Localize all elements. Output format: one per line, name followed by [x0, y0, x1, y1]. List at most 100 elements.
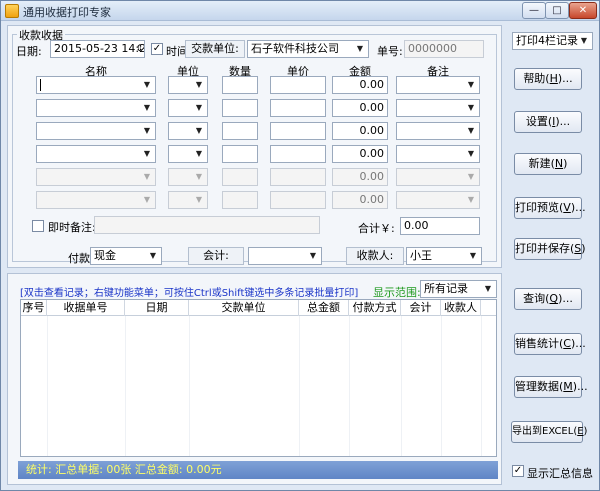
payer-combo[interactable]: 石子软件科技公司 ▼ — [247, 40, 369, 58]
spin-icon[interactable]: ⇕ — [135, 41, 143, 57]
range-combo[interactable]: 所有记录 ▼ — [420, 280, 497, 298]
minimize-button[interactable]: — — [522, 2, 546, 19]
memo-checkbox[interactable] — [32, 220, 44, 232]
item-qty-input[interactable] — [222, 99, 258, 117]
date-picker[interactable]: 2015-05-23 14:25: ⇕ — [50, 40, 145, 58]
manage-data-button[interactable]: 管理数据(M)... — [514, 376, 588, 398]
item-price-input[interactable] — [270, 145, 326, 163]
item-unit-combo[interactable]: ▼ — [168, 99, 208, 117]
item-qty-input[interactable] — [222, 122, 258, 140]
chevron-down-icon[interactable]: ▼ — [139, 192, 155, 208]
item-amount-field[interactable]: 0.00 — [332, 191, 388, 209]
item-remark-combo[interactable]: ▼ — [396, 122, 480, 140]
chevron-down-icon[interactable]: ▼ — [305, 248, 321, 264]
chevron-down-icon[interactable]: ▼ — [191, 100, 207, 116]
close-button[interactable]: ✕ — [569, 2, 597, 19]
item-amount-field[interactable]: 0.00 — [332, 122, 388, 140]
col-index-header[interactable]: 序号 — [21, 300, 47, 316]
item-remark-combo[interactable]: ▼ — [396, 76, 480, 94]
time-checkbox[interactable]: ✓ — [151, 43, 163, 55]
item-price-input[interactable] — [270, 168, 326, 186]
app-window: 通用收据打印专家 — □ ✕ 收款收据 日期: 2015-05-23 14:25… — [0, 0, 600, 491]
print-mode-combo[interactable]: 打印4栏记录 ▼ — [512, 32, 593, 50]
chevron-down-icon[interactable]: ▼ — [191, 192, 207, 208]
item-price-input[interactable] — [270, 99, 326, 117]
window-title: 通用收据打印专家 — [23, 6, 111, 19]
item-name-combo[interactable]: ▼ — [36, 76, 156, 94]
accountant-combo[interactable]: ▼ — [248, 247, 322, 265]
chevron-down-icon[interactable]: ▼ — [465, 248, 481, 264]
chevron-down-icon[interactable]: ▼ — [191, 169, 207, 185]
item-remark-combo[interactable]: ▼ — [396, 168, 480, 186]
chevron-down-icon[interactable]: ▼ — [463, 192, 479, 208]
chevron-down-icon[interactable]: ▼ — [139, 146, 155, 162]
chevron-down-icon[interactable]: ▼ — [352, 41, 368, 57]
item-name-combo[interactable]: ▼ — [36, 145, 156, 163]
col-receiver-header[interactable]: 收款人 — [441, 300, 481, 316]
item-unit-combo[interactable]: ▼ — [168, 122, 208, 140]
item-price-input[interactable] — [270, 191, 326, 209]
chevron-down-icon[interactable]: ▼ — [576, 33, 592, 49]
maximize-button[interactable]: □ — [545, 2, 569, 19]
item-amount-field[interactable]: 0.00 — [332, 168, 388, 186]
print-preview-button[interactable]: 打印预览(V)... — [514, 197, 586, 219]
total-field[interactable]: 0.00 — [400, 217, 480, 235]
chevron-down-icon[interactable]: ▼ — [463, 100, 479, 116]
item-qty-input[interactable] — [222, 145, 258, 163]
chevron-down-icon[interactable]: ▼ — [191, 77, 207, 93]
item-amount-field[interactable]: 0.00 — [332, 145, 388, 163]
col-payer-header[interactable]: 交款单位 — [189, 300, 299, 316]
chevron-down-icon[interactable]: ▼ — [463, 146, 479, 162]
records-hint: [双击查看记录；右键功能菜单；可按住Ctrl或Shift键选中多条记录批量打印] — [20, 288, 359, 299]
item-unit-combo[interactable]: ▼ — [168, 191, 208, 209]
chevron-down-icon[interactable]: ▼ — [139, 100, 155, 116]
chevron-down-icon[interactable]: ▼ — [463, 169, 479, 185]
item-amount-field[interactable]: 0.00 — [332, 76, 388, 94]
item-name-combo[interactable]: ▼ — [36, 168, 156, 186]
memo-input[interactable] — [94, 216, 320, 234]
col-date-header[interactable]: 日期 — [125, 300, 189, 316]
chevron-down-icon[interactable]: ▼ — [139, 169, 155, 185]
col-total-header[interactable]: 总金额 — [299, 300, 349, 316]
item-remark-combo[interactable]: ▼ — [396, 145, 480, 163]
item-name-combo[interactable]: ▼ — [36, 191, 156, 209]
sales-stats-button[interactable]: 销售统计(C)... — [514, 333, 586, 355]
show-summary-checkbox[interactable]: ✓ — [512, 465, 524, 477]
item-unit-combo[interactable]: ▼ — [168, 76, 208, 94]
item-name-combo[interactable]: ▼ — [36, 99, 156, 117]
item-price-input[interactable] — [270, 76, 326, 94]
chevron-down-icon[interactable]: ▼ — [463, 123, 479, 139]
item-unit-combo[interactable]: ▼ — [168, 145, 208, 163]
chevron-down-icon[interactable]: ▼ — [191, 123, 207, 139]
payment-method-combo[interactable]: 现金 ▼ — [90, 247, 162, 265]
chevron-down-icon[interactable]: ▼ — [191, 146, 207, 162]
receiver-combo[interactable]: 小王 ▼ — [406, 247, 482, 265]
print-save-button[interactable]: 打印并保存(S) — [514, 238, 586, 260]
records-table[interactable]: 序号 收据单号 日期 交款单位 总金额 付款方式 会计 收款人 — [20, 299, 497, 457]
new-button[interactable]: 新建(N) — [514, 153, 582, 175]
col-accountant-header[interactable]: 会计 — [401, 300, 441, 316]
chevron-down-icon[interactable]: ▼ — [145, 248, 161, 264]
item-remark-combo[interactable]: ▼ — [396, 191, 480, 209]
number-field[interactable]: 0000000 — [404, 40, 484, 58]
chevron-down-icon[interactable]: ▼ — [139, 77, 155, 93]
chevron-down-icon[interactable]: ▼ — [139, 123, 155, 139]
item-unit-combo[interactable]: ▼ — [168, 168, 208, 186]
item-name-combo[interactable]: ▼ — [36, 122, 156, 140]
item-amount-field[interactable]: 0.00 — [332, 99, 388, 117]
help-button[interactable]: 帮助(H)... — [514, 68, 582, 90]
settings-button[interactable]: 设置(I)... — [514, 111, 582, 133]
item-qty-input[interactable] — [222, 191, 258, 209]
query-button[interactable]: 查询(Q)... — [514, 288, 582, 310]
col-receipt-no-header[interactable]: 收据单号 — [47, 300, 125, 316]
payer-value: 石子软件科技公司 — [251, 42, 339, 55]
item-price-input[interactable] — [270, 122, 326, 140]
item-remark-combo[interactable]: ▼ — [396, 99, 480, 117]
export-excel-button[interactable]: 导出到EXCEL(E) — [511, 421, 587, 443]
item-qty-input[interactable] — [222, 168, 258, 186]
title-bar[interactable]: 通用收据打印专家 — □ ✕ — [1, 1, 599, 21]
item-qty-input[interactable] — [222, 76, 258, 94]
chevron-down-icon[interactable]: ▼ — [480, 281, 496, 297]
chevron-down-icon[interactable]: ▼ — [463, 77, 479, 93]
col-payment-header[interactable]: 付款方式 — [349, 300, 401, 316]
